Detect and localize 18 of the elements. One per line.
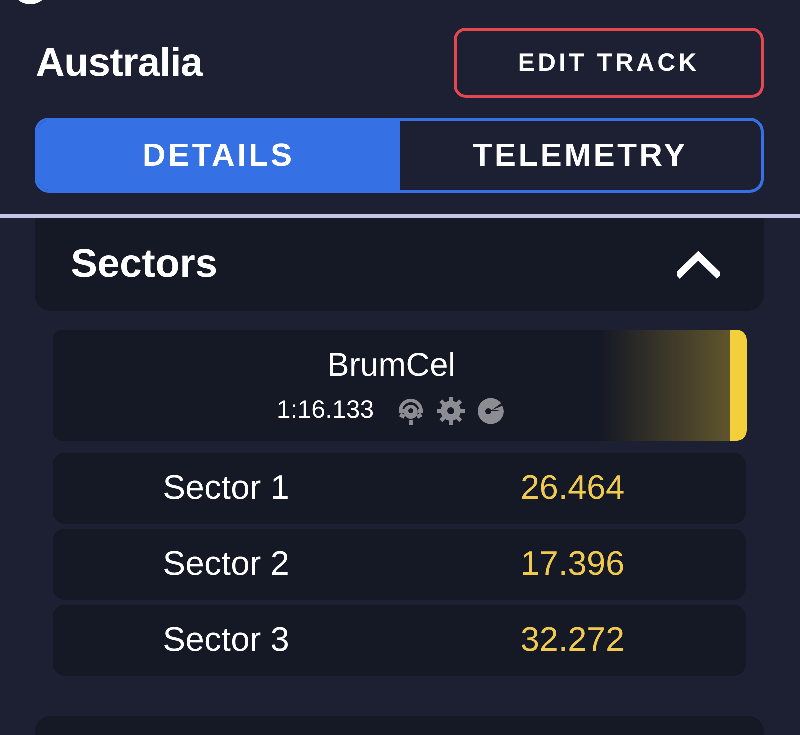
lap-card[interactable]: BrumCel 1:16.133	[53, 330, 747, 441]
sector-time: 17.396	[520, 545, 626, 584]
tab[interactable]: TELEMETRY	[400, 121, 761, 190]
section-header[interactable]: Sectors	[35, 218, 764, 311]
sector-time: 32.272	[520, 621, 626, 660]
sector-name: Sector 2	[162, 545, 291, 584]
gauge-icon	[476, 396, 506, 426]
sector-name: Sector 3	[162, 621, 291, 660]
section-title: Sectors	[71, 242, 218, 287]
driver-name: BrumCel	[327, 346, 456, 384]
lap-time: 1:16.133	[276, 396, 374, 425]
sector-time: 26.464	[520, 469, 626, 508]
tab[interactable]: DETAILS	[38, 121, 400, 190]
edit-track-button[interactable]: EDIT TRACK	[454, 28, 764, 98]
page-title: Australia	[36, 40, 203, 86]
chevron-icon[interactable]	[677, 250, 720, 278]
sector-name: Sector 1	[162, 469, 291, 508]
gear-icon	[436, 396, 466, 426]
